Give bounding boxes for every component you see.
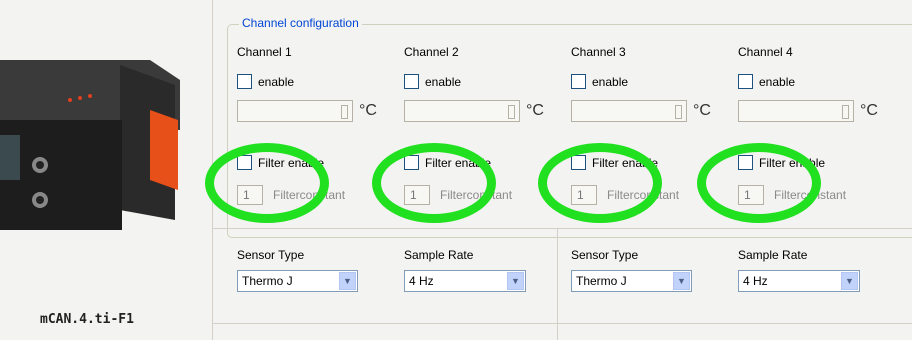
channel-label: Channel 1 <box>237 45 292 59</box>
enable-label: enable <box>759 74 796 89</box>
chevron-down-icon[interactable]: ▼ <box>673 272 690 290</box>
temperature-field[interactable] <box>404 100 520 122</box>
unit-label: °C <box>526 102 544 119</box>
sample-rate-select[interactable]: 4 Hz ▼ <box>404 270 526 292</box>
checkbox-box[interactable] <box>738 74 753 89</box>
divider <box>213 228 912 229</box>
channel-label: Channel 4 <box>738 45 793 59</box>
channel-label: Channel 2 <box>404 45 459 59</box>
select-value: 4 Hz <box>409 274 434 288</box>
groupbox-title: Channel configuration <box>239 16 362 30</box>
sample-rate-label: Sample Rate <box>404 248 474 262</box>
enable-label: enable <box>592 74 629 89</box>
sample-rate-select[interactable]: 4 Hz ▼ <box>738 270 860 292</box>
temperature-field[interactable] <box>738 100 854 122</box>
enable-label: enable <box>425 74 462 89</box>
spin-icon <box>675 105 682 119</box>
checkbox-box[interactable] <box>571 74 586 89</box>
select-value: Thermo J <box>576 274 627 288</box>
config-area: Channel configuration Channel 1 enable °… <box>205 0 912 340</box>
sensor-type-label: Sensor Type <box>237 248 305 262</box>
enable-checkbox[interactable]: enable <box>404 74 461 89</box>
sample-rate-label: Sample Rate <box>738 248 808 262</box>
temperature-field[interactable] <box>571 100 687 122</box>
enable-checkbox[interactable]: enable <box>738 74 795 89</box>
device-panel: mCAN.4.ti-F1 <box>0 0 213 340</box>
highlight-ring <box>697 143 821 223</box>
divider <box>557 228 558 340</box>
enable-checkbox[interactable]: enable <box>571 74 628 89</box>
spin-icon <box>842 105 849 119</box>
select-value: Thermo J <box>242 274 293 288</box>
highlight-ring <box>372 143 496 223</box>
unit-label: °C <box>359 102 377 119</box>
device-name: mCAN.4.ti-F1 <box>40 312 134 327</box>
channel-label: Channel 3 <box>571 45 626 59</box>
divider <box>213 323 912 324</box>
checkbox-box[interactable] <box>237 74 252 89</box>
highlight-ring <box>205 143 329 223</box>
sensor-type-select[interactable]: Thermo J ▼ <box>571 270 692 292</box>
unit-label: °C <box>693 102 711 119</box>
enable-label: enable <box>258 74 295 89</box>
device-image <box>0 48 192 234</box>
spin-icon <box>508 105 515 119</box>
sensor-type-select[interactable]: Thermo J ▼ <box>237 270 358 292</box>
enable-checkbox[interactable]: enable <box>237 74 294 89</box>
unit-label: °C <box>860 102 878 119</box>
temperature-field[interactable] <box>237 100 353 122</box>
chevron-down-icon[interactable]: ▼ <box>507 272 524 290</box>
chevron-down-icon[interactable]: ▼ <box>339 272 356 290</box>
select-value: 4 Hz <box>743 274 768 288</box>
sensor-type-label: Sensor Type <box>571 248 639 262</box>
chevron-down-icon[interactable]: ▼ <box>841 272 858 290</box>
checkbox-box[interactable] <box>404 74 419 89</box>
spin-icon <box>341 105 348 119</box>
highlight-ring <box>538 143 662 223</box>
